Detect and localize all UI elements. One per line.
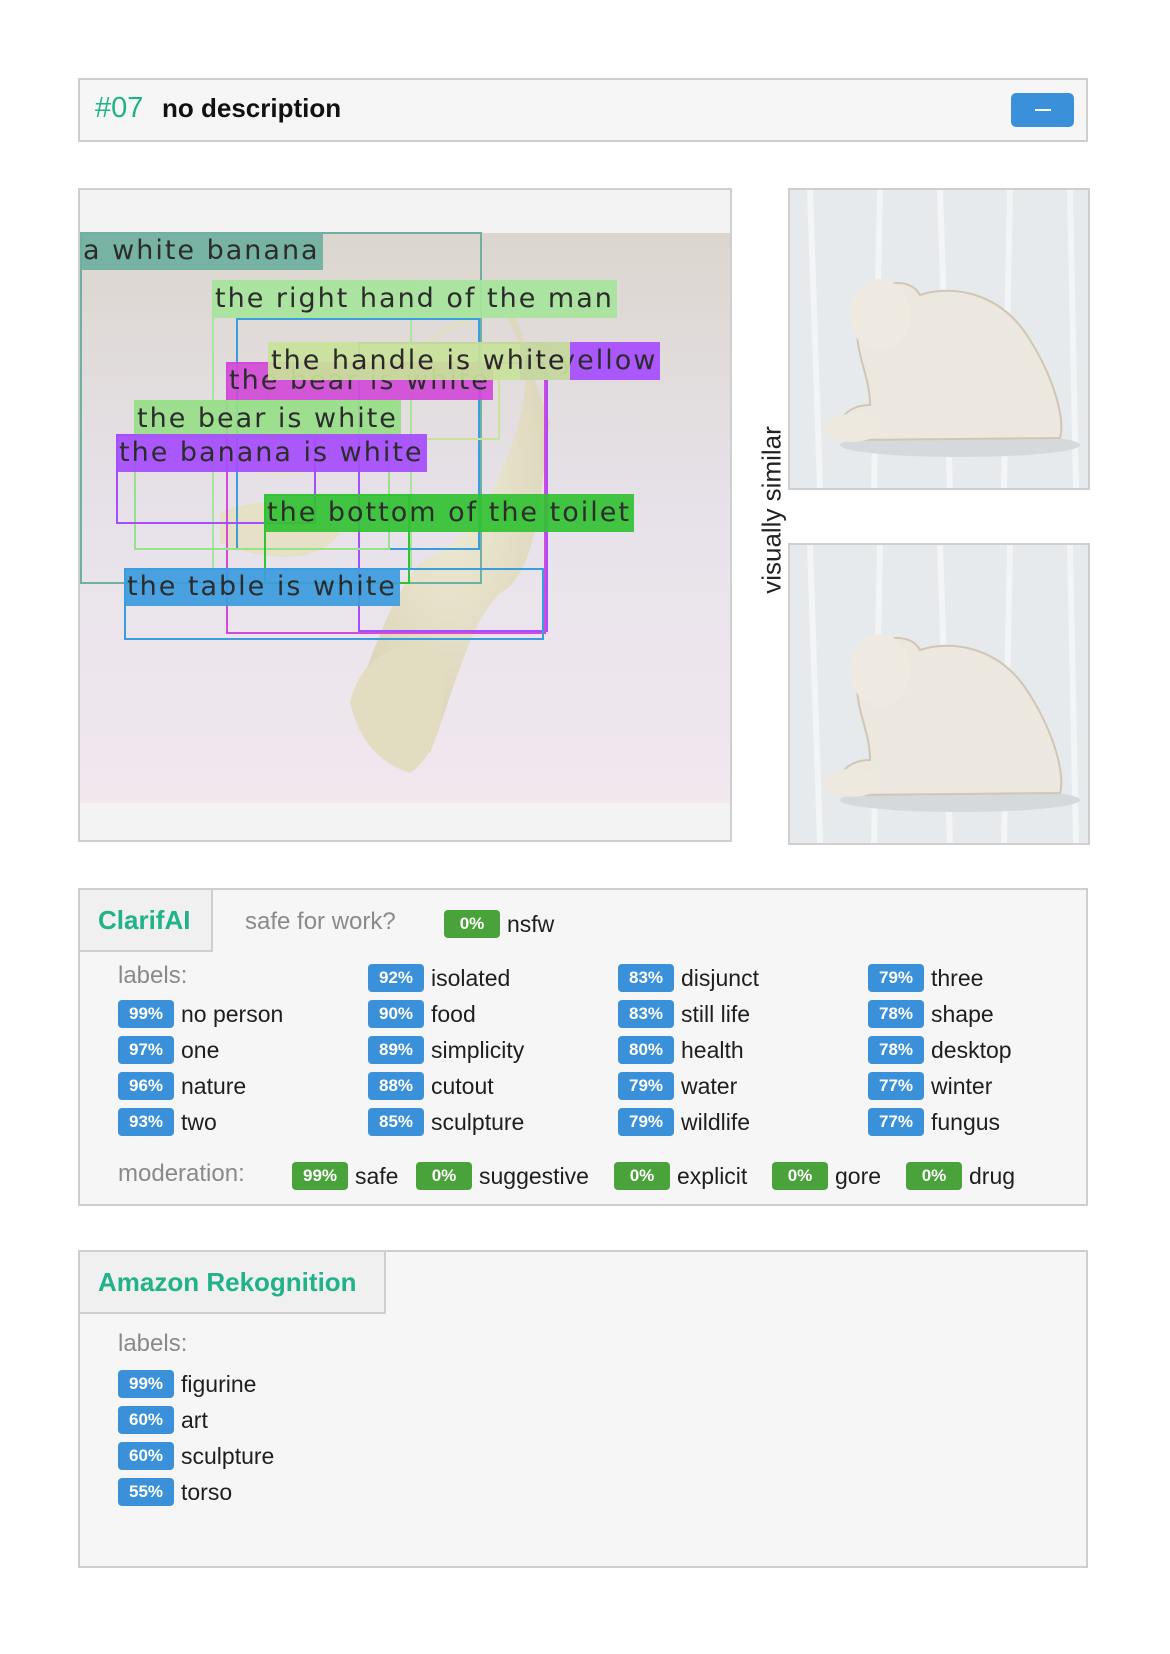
similar-label: visually similar bbox=[756, 426, 787, 594]
labels-title: labels: bbox=[118, 1330, 188, 1357]
moderation-item: 0% suggestive bbox=[416, 1162, 589, 1190]
moderation-item: 0% gore bbox=[772, 1162, 881, 1190]
label-item: 83% still life bbox=[618, 1000, 750, 1028]
nsfw-score: 0% nsfw bbox=[444, 910, 554, 938]
annotated-image: a white banana the right hand of the man… bbox=[78, 188, 732, 842]
label-item: 55% torso bbox=[118, 1478, 232, 1506]
rekognition-tab[interactable]: Amazon Rekognition bbox=[78, 1250, 386, 1314]
label-item: 77% fungus bbox=[868, 1108, 1000, 1136]
label-item: 99% no person bbox=[118, 1000, 283, 1028]
item-header: #07 no description bbox=[78, 78, 1088, 142]
dog-figurine-photo bbox=[790, 190, 1088, 488]
item-description: no description bbox=[162, 93, 342, 123]
label-item: 79% water bbox=[618, 1072, 737, 1100]
minus-icon bbox=[1034, 109, 1051, 111]
detection-label: the banana is white bbox=[116, 434, 427, 472]
label-item: 97% one bbox=[118, 1036, 219, 1064]
item-number: #07 bbox=[95, 92, 144, 124]
label-item: 88% cutout bbox=[368, 1072, 494, 1100]
label-item: 93% two bbox=[118, 1108, 217, 1136]
detection-label: the handle is white bbox=[268, 342, 570, 380]
label-item: 60% art bbox=[118, 1406, 208, 1434]
label-item: 92% isolated bbox=[368, 964, 510, 992]
detection-label: the bear is white bbox=[134, 400, 401, 438]
sfw-question: safe for work? bbox=[245, 908, 396, 935]
rekognition-panel: Amazon Rekognition labels: 99% figurine 60… bbox=[78, 1250, 1088, 1568]
similar-image[interactable] bbox=[788, 543, 1090, 845]
moderation-item: 0% explicit bbox=[614, 1162, 747, 1190]
label-item: 60% sculpture bbox=[118, 1442, 274, 1470]
label-item: 79% wildlife bbox=[618, 1108, 750, 1136]
label-item: 90% food bbox=[368, 1000, 476, 1028]
label-item: 77% winter bbox=[868, 1072, 992, 1100]
detection-label: the bottom of the toilet bbox=[264, 494, 634, 532]
detection-label: the right hand of the man bbox=[212, 280, 617, 318]
moderation-item: 99% safe bbox=[292, 1162, 398, 1190]
moderation-title: moderation: bbox=[118, 1160, 245, 1187]
dog-figurine-photo bbox=[790, 545, 1088, 843]
label-item: 79% three bbox=[868, 964, 983, 992]
moderation-item: 0% drug bbox=[906, 1162, 1015, 1190]
clarifai-tab[interactable]: ClarifAI bbox=[78, 888, 213, 952]
label-item: 78% desktop bbox=[868, 1036, 1012, 1064]
similar-image[interactable] bbox=[788, 188, 1090, 490]
label-item: 78% shape bbox=[868, 1000, 994, 1028]
label-item: 89% simplicity bbox=[368, 1036, 524, 1064]
label-item: 83% disjunct bbox=[618, 964, 759, 992]
labels-title: labels: bbox=[118, 962, 188, 989]
label-item: 80% health bbox=[618, 1036, 744, 1064]
detection-label: the table is white bbox=[124, 568, 400, 606]
collapse-button[interactable] bbox=[1011, 93, 1074, 127]
label-item: 99% figurine bbox=[118, 1370, 256, 1398]
label-item: 85% sculpture bbox=[368, 1108, 524, 1136]
detection-label: a white banana bbox=[80, 232, 323, 270]
label-item: 96% nature bbox=[118, 1072, 246, 1100]
clarifai-panel: ClarifAI safe for work? 0% nsfw labels: 9… bbox=[78, 888, 1088, 1206]
